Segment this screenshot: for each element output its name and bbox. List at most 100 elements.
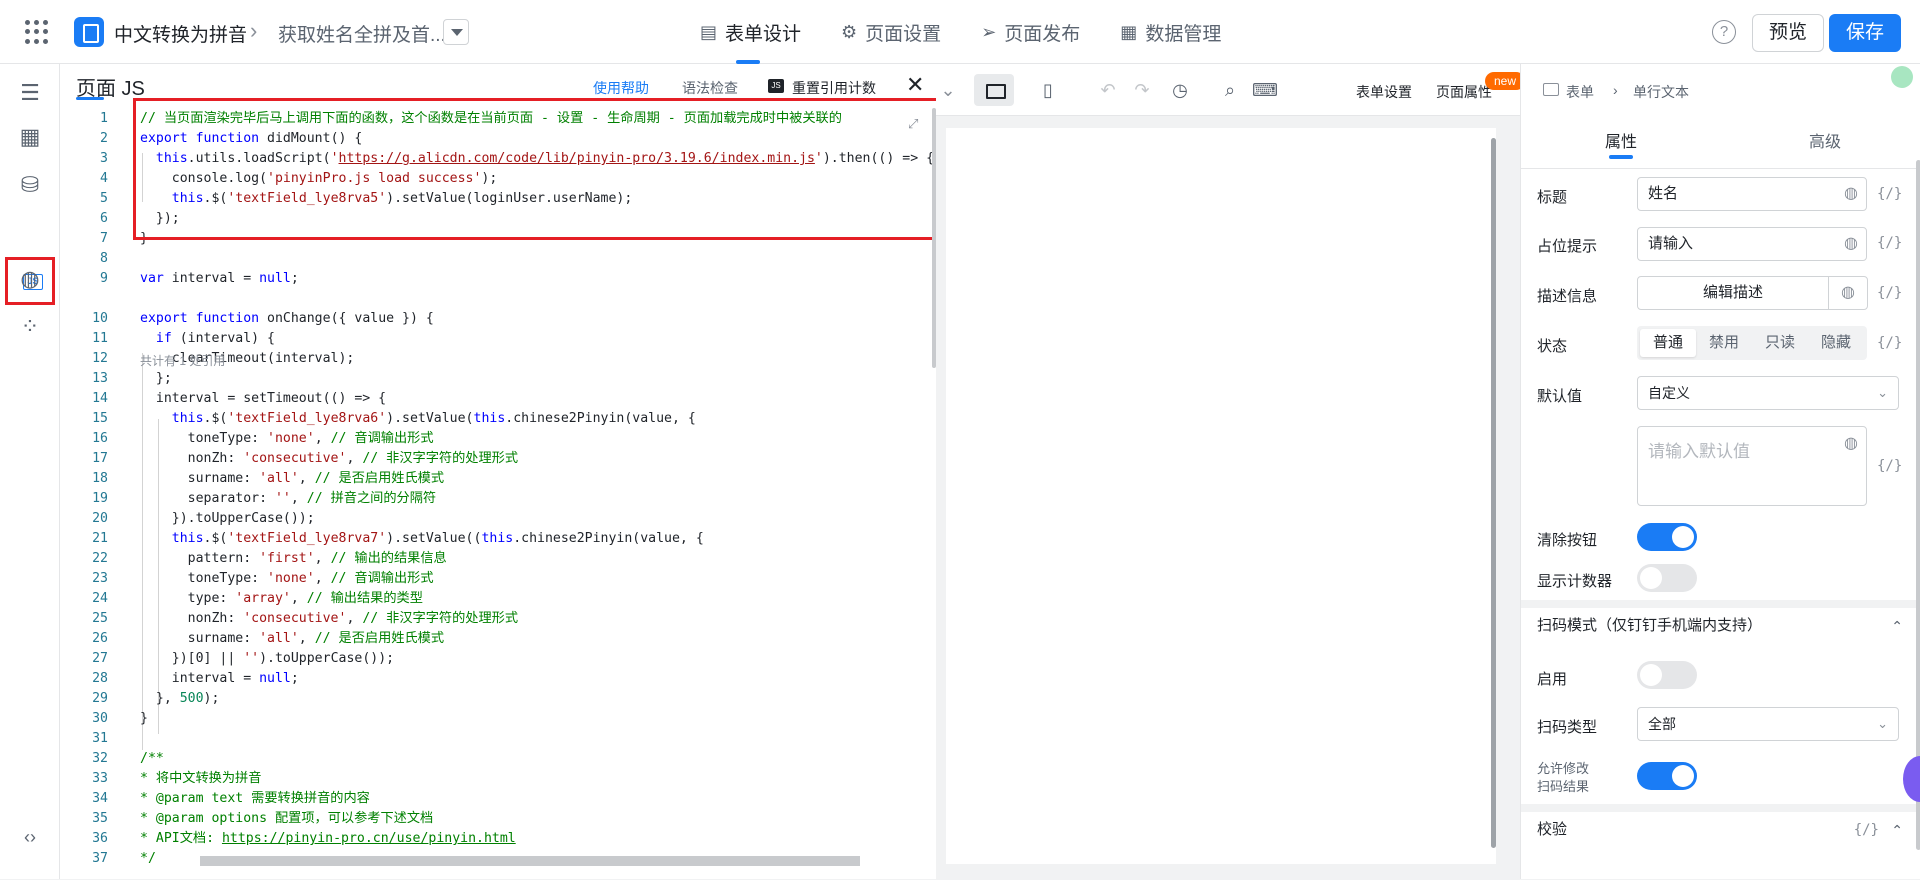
code-line[interactable]: 36 * API文档: https://pinyin-pro.cn/use/pin… xyxy=(60,829,936,849)
code-line[interactable]: 24 type: 'array', // 输出结果的类型 xyxy=(60,589,936,609)
form-name[interactable]: 获取姓名全拼及首... xyxy=(278,20,446,47)
default-value-input[interactable]: 请输入默认值 ◍ xyxy=(1637,426,1867,506)
code-icon[interactable]: ‹› xyxy=(15,822,45,852)
placeholder-input[interactable]: 请输入 ◍ xyxy=(1637,227,1867,261)
scan-section-header[interactable]: 扫码模式（仅钉钉手机端内支持） ⌃ xyxy=(1521,600,1920,644)
code-line[interactable]: 25 nonZh: 'consecutive', // 非汉字字符的处理形式 xyxy=(60,609,936,629)
chevron-up-icon[interactable]: ⌃ xyxy=(1891,608,1903,644)
state-disabled[interactable]: 禁用 xyxy=(1696,329,1752,357)
code-line[interactable]: 27 })[0] || '').toUpperCase()); xyxy=(60,649,936,669)
help-icon[interactable]: ? xyxy=(1712,20,1736,44)
state-hidden[interactable]: 隐藏 xyxy=(1808,329,1864,357)
placeholder-value: 请输入 xyxy=(1648,235,1694,252)
state-readonly[interactable]: 只读 xyxy=(1752,329,1808,357)
fx-button[interactable]: {/} xyxy=(1877,285,1902,301)
outline-icon[interactable]: ☰ xyxy=(15,78,45,108)
canvas-scrollbar[interactable] xyxy=(1491,138,1496,848)
code-line[interactable]: 29 }, 500); xyxy=(60,689,936,709)
code-line[interactable]: 8 xyxy=(60,249,936,269)
form-canvas[interactable] xyxy=(946,128,1496,864)
allow-edit-toggle[interactable] xyxy=(1637,762,1697,790)
plugins-icon[interactable]: ⁘ xyxy=(15,312,45,342)
counter-toggle[interactable] xyxy=(1637,564,1697,592)
preview-button[interactable]: 预览 xyxy=(1752,14,1824,52)
tab-advanced[interactable]: 高级 xyxy=(1809,128,1841,152)
globe-icon[interactable]: ◍ xyxy=(1844,433,1858,453)
code-line[interactable]: 13 }; xyxy=(60,369,936,389)
breadcrumb-form[interactable]: 表单 xyxy=(1566,82,1594,102)
line-number: 8 xyxy=(100,251,108,266)
fx-button[interactable]: {/} xyxy=(1854,812,1879,848)
tab-form-design[interactable]: ▤ 表单设计 xyxy=(700,0,801,64)
code-line[interactable]: 30} xyxy=(60,709,936,729)
form-settings-button[interactable]: 表单设置 xyxy=(1356,82,1412,102)
code-line[interactable]: 32 /** xyxy=(60,749,936,769)
chevron-up-icon[interactable]: ⌃ xyxy=(1891,812,1903,848)
tab-page-publish[interactable]: ➢ 页面发布 xyxy=(981,0,1080,64)
title-value: 姓名 xyxy=(1648,185,1679,202)
code-line[interactable]: 33 * 将中文转换为拼音 xyxy=(60,769,936,789)
code-token: 500 xyxy=(179,691,204,706)
tab-properties[interactable]: 属性 xyxy=(1605,128,1637,152)
fx-button[interactable]: {/} xyxy=(1877,235,1902,251)
save-button[interactable]: 保存 xyxy=(1829,14,1901,52)
code-line[interactable]: 9 var interval = null; xyxy=(60,269,936,289)
form-dropdown-button[interactable] xyxy=(443,19,469,45)
horizontal-scrollbar[interactable] xyxy=(200,856,860,866)
code-line[interactable]: 26 surname: 'all', // 是否启用姓氏模式 xyxy=(60,629,936,649)
page-props-button[interactable]: 页面属性 xyxy=(1436,82,1492,102)
reset-refs-button[interactable]: 重置引用计数 xyxy=(792,78,876,98)
validate-section-header[interactable]: 校验 {/} ⌃ xyxy=(1521,804,1920,848)
default-mode-select[interactable]: 自定义 ⌄ xyxy=(1637,376,1899,410)
code-line[interactable]: 16 toneType: 'none', // 音调输出形式 xyxy=(60,429,936,449)
code-line[interactable]: 23 toneType: 'none', // 音调输出形式 xyxy=(60,569,936,589)
code-line[interactable]: 34 * @param text 需要转换拼音的内容 xyxy=(60,789,936,809)
code-line[interactable]: 19 separator: '', // 拼音之间的分隔符 xyxy=(60,489,936,509)
history-icon[interactable]: ◷ xyxy=(1168,78,1192,102)
undo-icon[interactable]: ↶ xyxy=(1096,78,1120,102)
use-help-link[interactable]: 使用帮助 xyxy=(593,78,649,98)
code-line[interactable]: 20 }).toUpperCase()); xyxy=(60,509,936,529)
code-line[interactable]: 14 interval = setTimeout(() => { xyxy=(60,389,936,409)
lint-button[interactable]: 语法检查 xyxy=(682,78,738,98)
globe-icon[interactable]: ◍ xyxy=(1844,178,1858,210)
code-line[interactable]: 18 surname: 'all', // 是否启用姓氏模式 xyxy=(60,469,936,489)
tab-page-settings[interactable]: ⚙ 页面设置 xyxy=(841,0,941,64)
code-line[interactable]: 31 xyxy=(60,729,936,749)
scan-type-select[interactable]: 全部 ⌄ xyxy=(1637,707,1899,741)
code-line[interactable]: 21 this.$('textField_lye8rva7').setValue… xyxy=(60,529,936,549)
title-input[interactable]: 姓名 ◍ xyxy=(1637,177,1867,211)
properties-scrollbar[interactable] xyxy=(1916,160,1920,850)
expand-icon[interactable]: ⤢ xyxy=(908,116,918,132)
code-line[interactable]: 28 interval = null; xyxy=(60,669,936,689)
code-line[interactable]: 35 * @param options 配置项，可以参考下述文档 xyxy=(60,809,936,829)
fx-button[interactable]: {/} xyxy=(1877,458,1902,474)
redo-icon[interactable]: ↷ xyxy=(1130,78,1154,102)
clear-toggle[interactable] xyxy=(1637,523,1697,551)
app-name[interactable]: 中文转换为拼音 xyxy=(114,20,247,47)
state-normal[interactable]: 普通 xyxy=(1640,329,1696,357)
code-line[interactable]: 15 this.$('textField_lye8rva6').setValue… xyxy=(60,409,936,429)
globe-icon[interactable]: ◍ xyxy=(15,264,45,294)
enable-toggle[interactable] xyxy=(1637,661,1697,689)
close-icon[interactable]: ✕ xyxy=(906,72,924,98)
components-icon[interactable]: ▦ xyxy=(15,122,45,152)
app-grid-icon[interactable] xyxy=(25,20,49,44)
edit-desc-button[interactable]: 编辑描述 xyxy=(1637,276,1829,310)
chevron-down-icon[interactable]: ⌄ xyxy=(936,78,960,102)
keyboard-icon[interactable]: ⌨ xyxy=(1252,78,1278,102)
code-line[interactable]: 17 nonZh: 'consecutive', // 非汉字字符的处理形式 xyxy=(60,449,936,469)
fx-button[interactable]: {/} xyxy=(1877,186,1902,202)
datasource-icon[interactable]: ⛁ xyxy=(15,170,45,200)
code-line[interactable]: 11 if (interval) { xyxy=(60,329,936,349)
mobile-view-icon[interactable]: ▯ xyxy=(1036,78,1060,102)
globe-icon[interactable]: ◍ xyxy=(1828,276,1868,310)
desktop-view-icon[interactable] xyxy=(974,74,1014,106)
code-line[interactable]: 10 export function onChange({ value }) { xyxy=(60,309,936,329)
search-icon[interactable]: ⌕ xyxy=(1218,78,1242,102)
fx-button[interactable]: {/} xyxy=(1877,335,1902,351)
tab-data-management[interactable]: ▦ 数据管理 xyxy=(1120,0,1221,64)
allow-edit-label-2: 扫码结果 xyxy=(1537,779,1590,794)
globe-icon[interactable]: ◍ xyxy=(1844,228,1858,260)
code-line[interactable]: 22 pattern: 'first', // 输出的结果信息 xyxy=(60,549,936,569)
